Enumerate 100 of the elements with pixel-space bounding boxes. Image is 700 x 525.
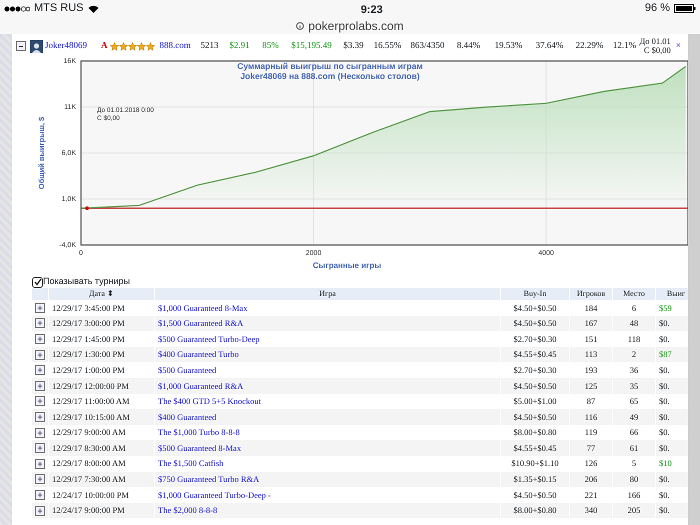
players-cell: 206	[570, 472, 612, 488]
expand-button[interactable]: +	[35, 443, 45, 454]
game-link[interactable]: $1,000 Guaranteed R&A	[155, 378, 500, 394]
game-link[interactable]: $500 Guaranteed 8-Max	[155, 440, 500, 456]
game-link[interactable]: $500 Guaranteed	[155, 362, 500, 378]
place-cell: 49	[613, 409, 655, 425]
expand-button[interactable]: +	[35, 506, 45, 516]
winnings-cell: $0.	[656, 440, 688, 456]
stat-value: 12.1%	[612, 39, 638, 52]
close-icon[interactable]: ×	[676, 39, 681, 53]
buyin-cell-text: $10.90+$1.10	[510, 457, 560, 470]
date-cell-text: 12/29/17 1:45:00 PM	[51, 332, 126, 346]
stat-value: 37.64%	[534, 39, 564, 52]
expand-button[interactable]: +	[35, 412, 45, 422]
chart-title: Суммарный выигрыш по сыгранным играм Joker48069 на 888.com (Несколько столов)	[237, 61, 423, 81]
winnings-cell-text: $0.	[658, 332, 671, 346]
game-link[interactable]: $1,500 Guaranteed R&A	[155, 316, 500, 332]
winnings-cell: $0.	[656, 409, 688, 425]
column-header: Дата	[89, 289, 105, 298]
game-link[interactable]: $1,000 Guaranteed 8-Max	[155, 300, 500, 316]
game-link[interactable]: $400 Guaranteed Turbo	[155, 346, 500, 362]
winnings-cell: $0.	[656, 502, 688, 518]
buyin-cell: $4.50+$0.50	[501, 316, 569, 332]
place-cell: 35	[613, 378, 655, 394]
buyin-cell-text: $4.50+$0.50	[512, 488, 558, 502]
players-cell: 113	[570, 346, 612, 362]
place-cell: 48	[613, 316, 655, 332]
place-cell-text: 166	[626, 488, 642, 502]
game-link[interactable]: The $1,500 Catfish	[155, 456, 500, 472]
battery-icon	[674, 4, 696, 13]
buyin-cell-text: $5.00+$1.00	[512, 395, 558, 408]
place-cell-text: 118	[626, 332, 642, 346]
expand-button[interactable]: +	[35, 458, 45, 469]
place-cell: 2	[613, 346, 655, 362]
game-link[interactable]: $400 Guaranteed	[155, 409, 500, 425]
expand-button[interactable]: +	[35, 490, 45, 500]
expand-button[interactable]: +	[35, 318, 45, 328]
sort-icon[interactable]: ⬍	[106, 289, 114, 298]
winnings-cell-text: $10	[658, 457, 673, 470]
game-link[interactable]: The $400 GTD 5+5 Knockout	[155, 394, 500, 410]
winnings-cell: $87	[656, 346, 688, 362]
star-icon	[118, 42, 128, 50]
players-cell: 116	[570, 409, 612, 425]
column-header: Место	[613, 288, 655, 300]
stat-value: 85%	[261, 39, 280, 52]
collapse-button[interactable]	[16, 41, 26, 51]
date-cell: 12/29/17 3:00:00 PM	[49, 316, 154, 332]
game-link[interactable]: The $2,000 8-8-8	[155, 502, 500, 518]
place-cell-text: 6	[630, 302, 638, 315]
date-cell-text: 12/29/17 1:00:00 PM	[51, 364, 126, 377]
place-cell-text: 66	[628, 426, 640, 440]
buyin-cell: $4.55+$0.45	[501, 440, 569, 456]
winnings-cell: $0.	[656, 316, 688, 332]
stat-value: $2.91	[228, 39, 251, 52]
place-cell-text: 65	[628, 395, 640, 408]
wifi-icon	[88, 4, 98, 12]
page-url[interactable]: pokerprolabs.com	[308, 17, 404, 35]
expand-button[interactable]: +	[35, 350, 45, 360]
date-cell-text: 12/24/17 10:00:00 PM	[51, 488, 130, 502]
star-icon	[146, 42, 154, 50]
expand-button[interactable]: +	[35, 334, 45, 344]
game-link[interactable]: The $1,000 Turbo 8-8-8	[155, 424, 500, 440]
stat-value: 8.44%	[456, 39, 482, 52]
game-link[interactable]: $1,000 Guaranteed Turbo-Deep -	[155, 487, 500, 503]
expand-button[interactable]: +	[35, 365, 45, 376]
date-cell: 12/29/17 1:30:00 PM	[49, 346, 154, 362]
date-cell-text: 12/29/17 3:45:00 PM	[51, 302, 126, 315]
star-icon	[136, 42, 146, 50]
players-cell: 340	[570, 502, 612, 518]
column-header: Игроков	[570, 288, 612, 300]
winnings-cell-text: $0.	[658, 488, 671, 502]
info-icon	[296, 22, 304, 30]
date-cell-text: 12/29/17 11:00:00 AM	[51, 395, 131, 408]
player-name-link[interactable]: Joker48069	[45, 39, 101, 53]
star-icon	[128, 42, 136, 50]
buyin-cell-text: $4.50+$0.50	[512, 302, 558, 315]
expand-button[interactable]: +	[35, 302, 45, 313]
expand-button[interactable]: +	[35, 396, 45, 406]
winnings-cell: $0.	[656, 472, 688, 488]
expand-button[interactable]: +	[35, 474, 45, 484]
period-label: До 01.01 С $0,00	[640, 37, 671, 55]
game-link[interactable]: $750 Guaranteed Turbo R&A	[155, 472, 500, 488]
site-link[interactable]: 888.com	[160, 39, 196, 53]
players-cell: 77	[570, 440, 612, 456]
stat-value: $3.39	[342, 39, 365, 52]
signal-icon	[4, 6, 30, 12]
winnings-cell-text: $59	[658, 302, 673, 315]
buyin-cell: $4.50+$0.50	[501, 378, 569, 394]
players-cell: 125	[570, 378, 612, 394]
date-cell: 12/29/17 7:30:00 AM	[49, 472, 154, 488]
winnings-cell: $0.	[656, 378, 688, 394]
avatar-icon	[30, 40, 43, 52]
date-cell: 12/24/17 9:00:00 PM	[49, 502, 154, 518]
game-link[interactable]: $500 Guaranteed Turbo-Deep	[155, 331, 500, 347]
column-header: Buy-In	[501, 288, 569, 300]
expand-button[interactable]: +	[35, 380, 45, 391]
expand-button[interactable]: +	[35, 428, 45, 438]
date-cell: 12/29/17 8:30:00 AM	[49, 440, 154, 456]
stat-value: 863/4350	[409, 39, 446, 52]
buyin-cell: $8.00+$0.80	[501, 502, 569, 518]
